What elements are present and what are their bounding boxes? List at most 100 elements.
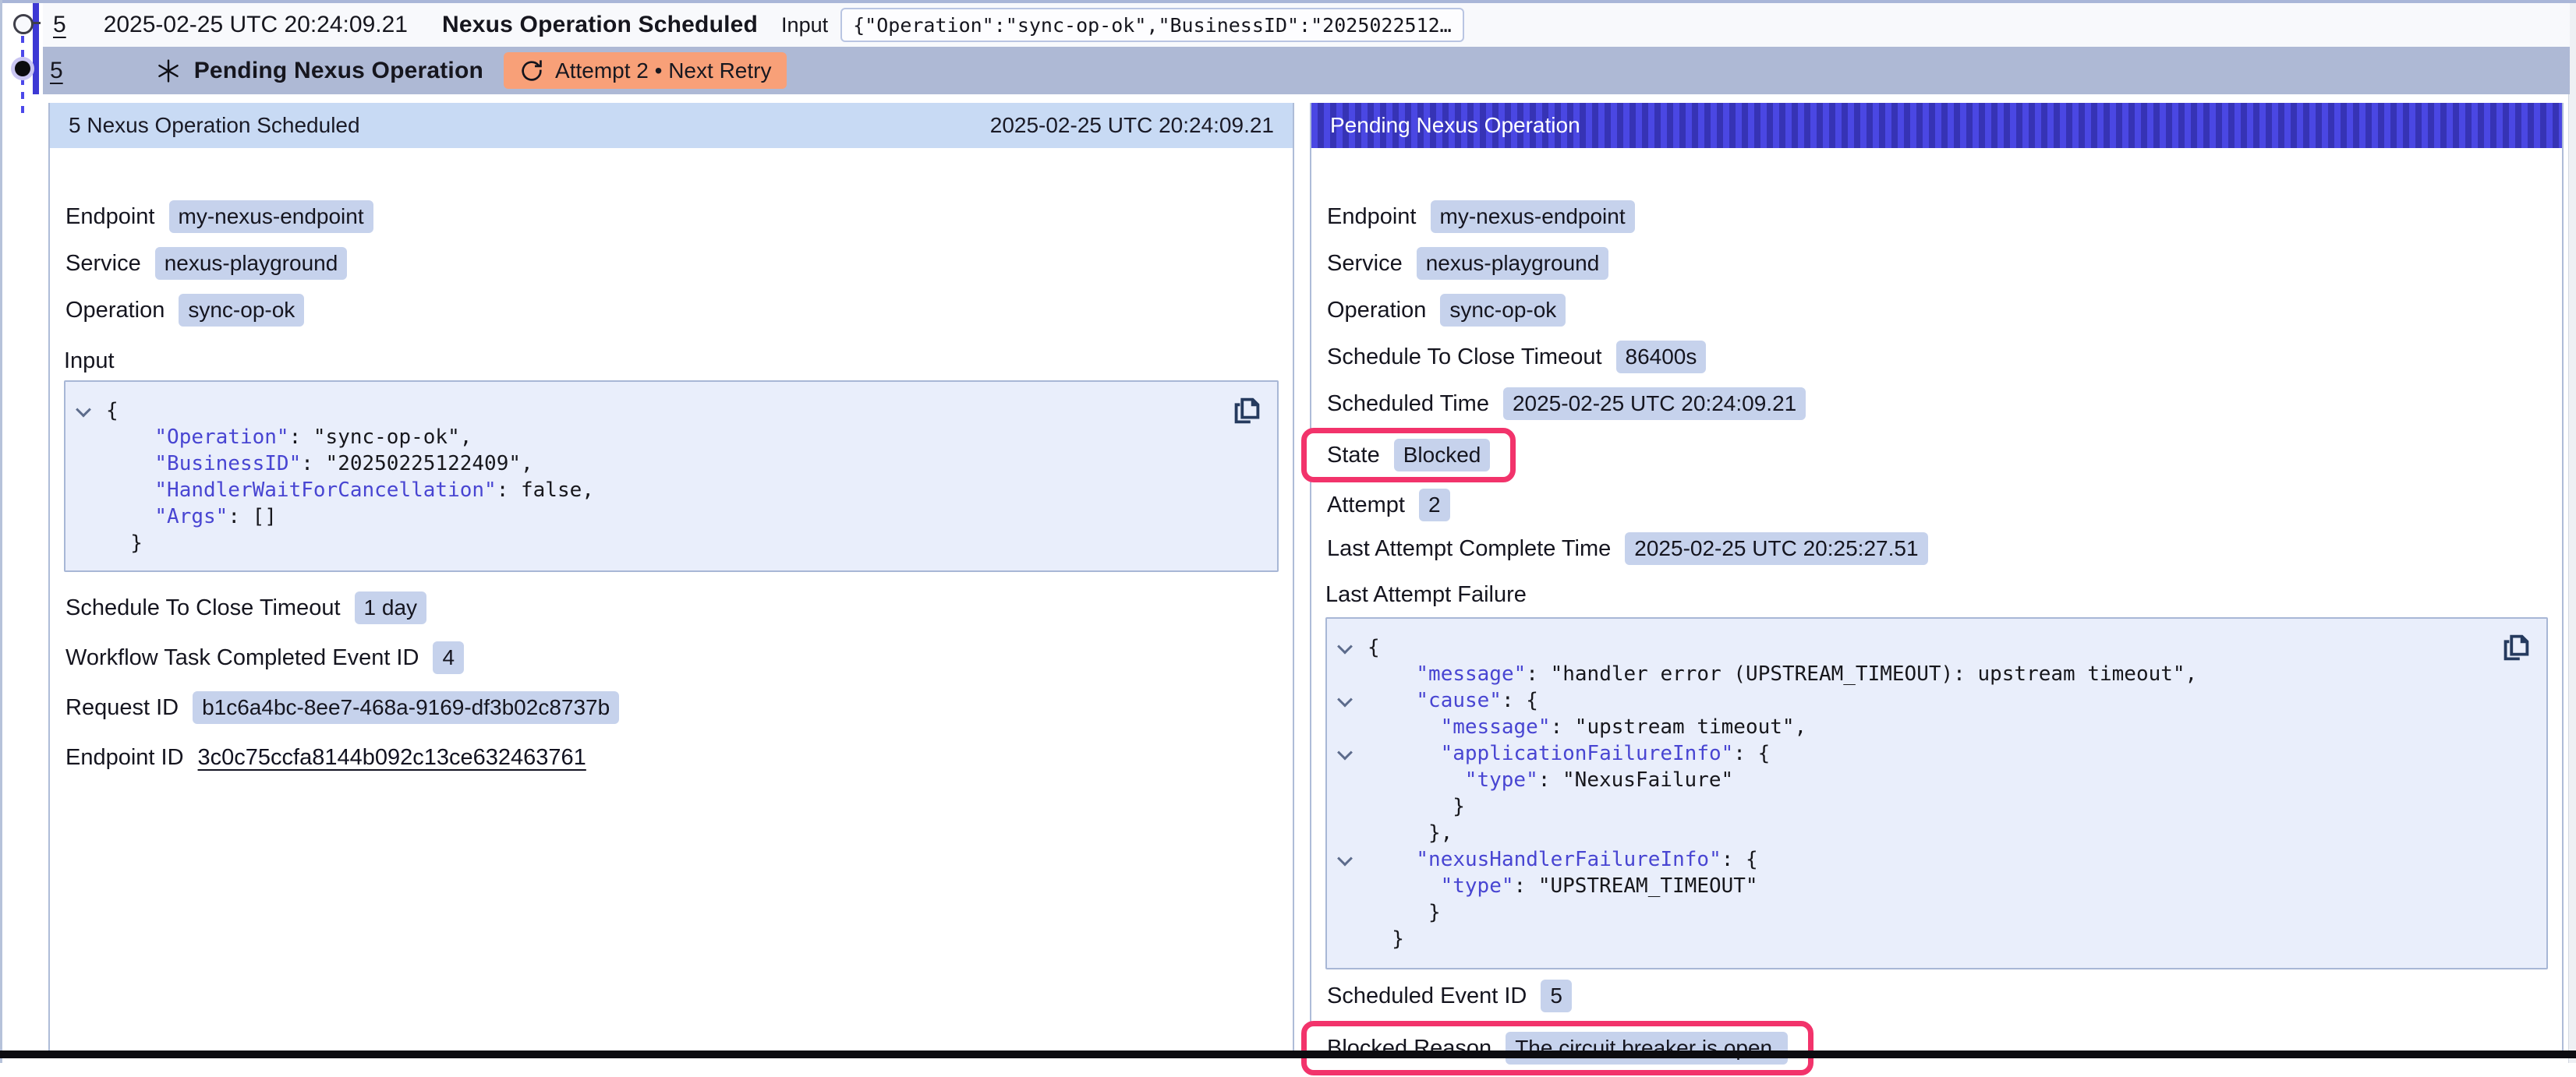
event-row-scheduled[interactable]: 5 2025-02-25 UTC 20:24:09.21 Nexus Opera… — [43, 3, 2570, 47]
field-row-endpoint: Endpoint my-nexus-endpoint — [1325, 193, 2548, 240]
field-row-scheduled-time: Scheduled Time 2025-02-25 UTC 20:24:09.2… — [1325, 380, 2548, 427]
event-id-link[interactable]: 5 — [53, 12, 66, 38]
json-key: "HandlerWaitForCancellation" — [154, 478, 496, 502]
input-json-viewer: { "Operation": "sync-op-ok", "BusinessID":… — [64, 380, 1279, 572]
json-key: "type" — [1465, 768, 1538, 792]
field-label: Workflow Task Completed Event ID — [65, 645, 419, 671]
right-panel-header: Pending Nexus Operation — [1311, 103, 2562, 148]
blocked-reason-badge: The circuit breaker is open. — [1506, 1032, 1788, 1065]
json-value: } — [1392, 927, 1404, 951]
json-value: : "handler error (UPSTREAM_TIMEOUT): ups… — [1526, 662, 2197, 686]
field-label: Endpoint ID — [65, 745, 184, 771]
json-value: { — [106, 399, 119, 422]
field-value-badge: 1 day — [355, 591, 427, 624]
copy-button[interactable] — [1229, 393, 1265, 429]
collapse-chevron-icon[interactable] — [76, 402, 91, 418]
endpoint-id-link[interactable]: 3c0c75ccfa8144b092c13ce632463761 — [198, 745, 586, 771]
bottom-divider — [0, 1051, 2576, 1058]
field-row-operation: Operation sync-op-ok — [1325, 287, 2548, 334]
json-line: } — [1327, 793, 2546, 820]
json-line: "Args": [] — [65, 503, 1277, 530]
json-value: : { — [1502, 689, 1538, 712]
json-line: "applicationFailureInfo": { — [1327, 740, 2546, 767]
field-label: Operation — [65, 298, 165, 323]
event-title: Nexus Operation Scheduled — [442, 12, 758, 38]
event-input-label: Input — [781, 13, 828, 37]
field-row-wft-completed-id: Workflow Task Completed Event ID 4 — [64, 633, 1279, 683]
timeline-dashed-line — [21, 36, 24, 120]
collapse-chevron-icon[interactable] — [1337, 851, 1353, 867]
field-row-service: Service nexus-playground — [1325, 240, 2548, 287]
field-label: Service — [65, 251, 141, 277]
failure-json-viewer: {"message": "handler error (UPSTREAM_TIM… — [1325, 617, 2548, 969]
field-value-badge: nexus-playground — [155, 247, 348, 280]
event-input-preview[interactable]: {"Operation":"sync-op-ok","BusinessID":"… — [840, 8, 1464, 42]
pending-operation-row[interactable]: 5 Pending Nexus Operation Attempt 2 • Ne… — [43, 47, 2570, 94]
input-section-label: Input — [64, 334, 1279, 380]
json-line: } — [1327, 926, 2546, 952]
collapse-chevron-icon[interactable] — [1337, 745, 1353, 761]
timeline-selected-bar — [33, 3, 39, 94]
collapse-chevron-icon[interactable] — [1337, 692, 1353, 708]
pending-id-link[interactable]: 5 — [50, 58, 63, 84]
json-value: : "UPSTREAM_TIMEOUT" — [1514, 874, 1758, 898]
field-value-badge: nexus-playground — [1417, 247, 1609, 280]
field-value-badge: b1c6a4bc-8ee7-468a-9169-df3b02c8737b — [193, 691, 619, 724]
json-value: } — [1453, 795, 1465, 818]
timeline-open-circle-icon — [13, 14, 34, 34]
json-value: : "sync-op-ok", — [289, 426, 472, 449]
pending-operation-panel: Pending Nexus Operation Endpoint my-nexu… — [1310, 103, 2564, 1052]
json-value: } — [1428, 901, 1441, 924]
field-label: Service — [1327, 251, 1403, 277]
field-value-badge: 2025-02-25 UTC 20:24:09.21 — [1503, 387, 1806, 420]
timeline-filled-circle-icon — [15, 61, 30, 76]
json-key: "cause" — [1416, 689, 1502, 712]
failure-section-label: Last Attempt Failure — [1325, 570, 2548, 614]
json-key: "message" — [1416, 662, 1526, 686]
json-value: : false, — [497, 478, 594, 502]
json-value: { — [1368, 636, 1380, 659]
field-label: Operation — [1327, 298, 1426, 323]
pending-title: Pending Nexus Operation — [194, 58, 483, 84]
json-key: "Operation" — [154, 426, 288, 449]
right-panel-title: Pending Nexus Operation — [1330, 113, 1580, 138]
field-value-badge: my-nexus-endpoint — [1431, 200, 1635, 233]
json-key: "BusinessID" — [154, 452, 301, 475]
copy-button[interactable] — [2498, 630, 2534, 666]
json-line: "type": "UPSTREAM_TIMEOUT" — [1327, 873, 2546, 899]
field-value-badge: 4 — [433, 641, 464, 674]
json-key: "message" — [1441, 715, 1551, 739]
field-row-last-attempt-complete: Last Attempt Complete Time 2025-02-25 UT… — [1325, 527, 2548, 570]
json-value: : [] — [228, 505, 277, 528]
json-value: } — [130, 531, 143, 555]
scrollbar[interactable] — [2568, 3, 2576, 1063]
json-key: "type" — [1441, 874, 1514, 898]
field-label: State — [1327, 443, 1380, 468]
field-label: Scheduled Time — [1327, 391, 1489, 417]
json-line: } — [65, 530, 1277, 556]
collapse-chevron-icon[interactable] — [1337, 639, 1353, 655]
field-row-request-id: Request ID b1c6a4bc-8ee7-468a-9169-df3b0… — [64, 683, 1279, 733]
json-value: }, — [1428, 821, 1453, 845]
field-label: Endpoint — [1327, 204, 1417, 230]
field-value-badge: 2025-02-25 UTC 20:25:27.51 — [1625, 532, 1927, 565]
field-row-operation: Operation sync-op-ok — [64, 287, 1279, 334]
field-row-service: Service nexus-playground — [64, 240, 1279, 287]
left-panel-timestamp: 2025-02-25 UTC 20:24:09.21 — [990, 113, 1274, 138]
frame-left-border — [0, 0, 2, 1063]
field-row-blocked-reason: Blocked Reason The circuit breaker is op… — [1325, 1019, 2548, 1077]
field-value-badge: 5 — [1541, 980, 1572, 1012]
field-label: Last Attempt Complete Time — [1327, 536, 1611, 562]
field-label: Schedule To Close Timeout — [1327, 344, 1602, 370]
json-key: "applicationFailureInfo" — [1441, 742, 1734, 765]
json-value: : "20250225122409", — [301, 452, 533, 475]
field-value-badge: sync-op-ok — [1440, 294, 1566, 327]
json-line: "nexusHandlerFailureInfo": { — [1327, 846, 2546, 873]
retry-attempt-badge: Attempt 2 • Next Retry — [504, 52, 787, 89]
json-line: "HandlerWaitForCancellation": false, — [65, 477, 1277, 503]
retry-icon — [519, 58, 544, 83]
field-label: Request ID — [65, 695, 179, 721]
field-row-endpoint: Endpoint my-nexus-endpoint — [64, 193, 1279, 240]
json-line: } — [1327, 899, 2546, 926]
json-value: : { — [1721, 848, 1758, 871]
